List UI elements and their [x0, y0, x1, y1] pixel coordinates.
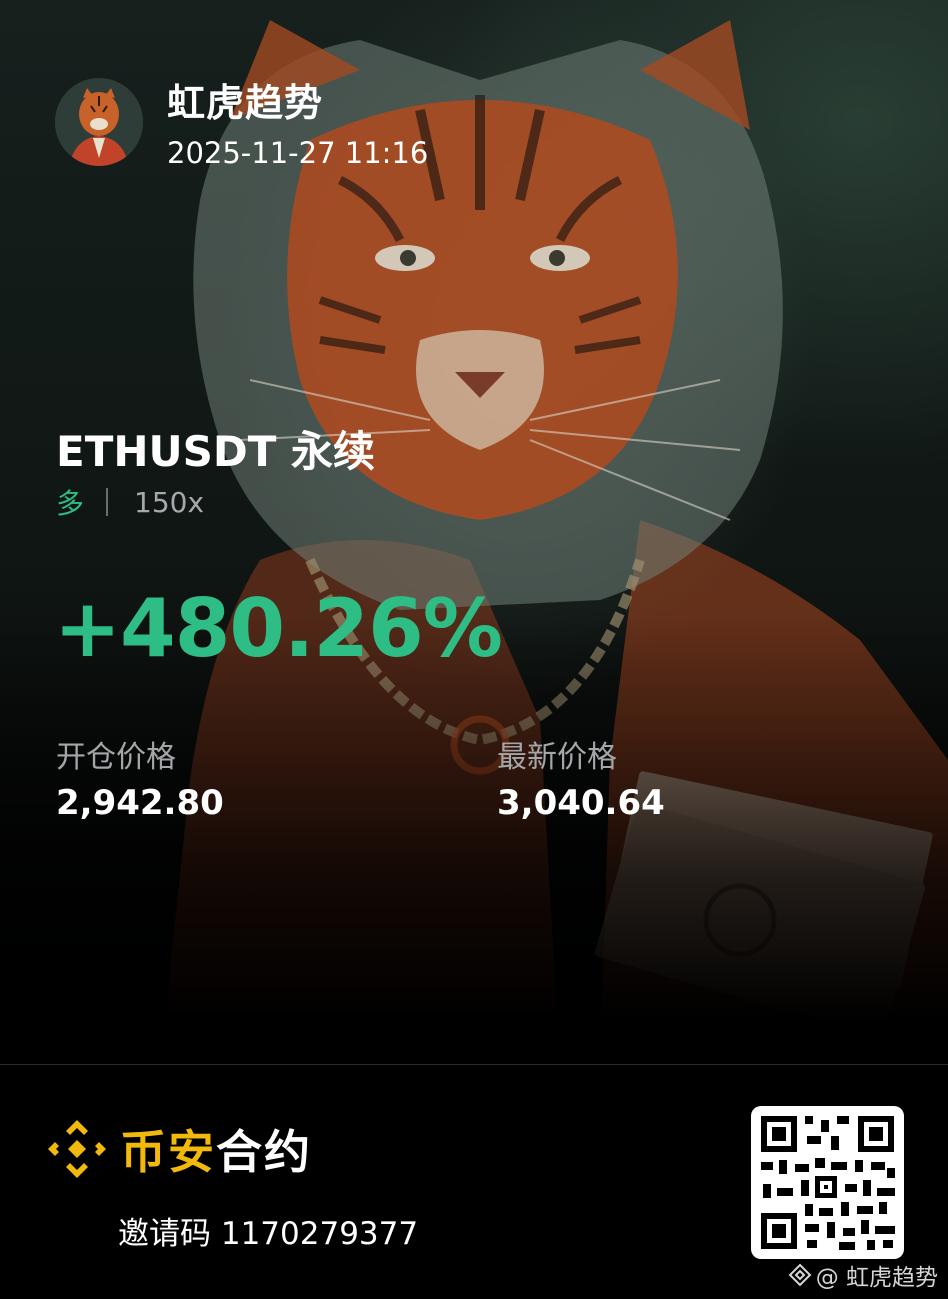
- meta-separator: [106, 488, 109, 516]
- watermark-text: @ 虹虎趋势: [815, 1265, 938, 1291]
- qr-code-icon: [761, 1116, 895, 1250]
- pnl-percentage: +480.26%: [54, 582, 503, 675]
- last-price-label: 最新价格: [497, 740, 617, 775]
- share-card: 虹虎趋势 2025-11-27 11:16 ETHUSDT 永续 多 150x …: [0, 0, 948, 1064]
- brand-name-part1: 币安: [120, 1125, 216, 1179]
- footer-divider: [0, 1064, 948, 1065]
- brand-name-part2: 合约: [216, 1125, 312, 1179]
- binance-diamond-icon: [788, 1263, 812, 1287]
- invite-code-row: 邀请码 1170279377: [118, 1208, 418, 1253]
- position-meta: 多 150x: [56, 482, 204, 522]
- background-fade-overlay: [0, 0, 948, 1064]
- position-side: 多: [56, 487, 85, 520]
- last-price-value: 3,040.64: [497, 783, 665, 823]
- entry-price-value: 2,942.80: [56, 783, 224, 823]
- entry-price-label: 开仓价格: [56, 740, 176, 775]
- binance-logo-icon: [48, 1120, 106, 1178]
- brand-logo: 币安合约: [44, 1116, 312, 1182]
- invite-qr-code[interactable]: [751, 1106, 904, 1259]
- author-name[interactable]: 虹虎趋势: [167, 72, 323, 127]
- tiger-avatar-icon: [55, 78, 143, 166]
- post-datetime: 2025-11-27 11:16: [167, 136, 429, 170]
- invite-code: 1170279377: [220, 1216, 419, 1252]
- contract-symbol: ETHUSDT 永续: [56, 427, 375, 476]
- author-avatar[interactable]: [55, 78, 143, 166]
- source-watermark: @ 虹虎趋势: [788, 1258, 938, 1292]
- leverage-value: 150x: [134, 485, 205, 519]
- invite-label: 邀请码: [118, 1216, 211, 1252]
